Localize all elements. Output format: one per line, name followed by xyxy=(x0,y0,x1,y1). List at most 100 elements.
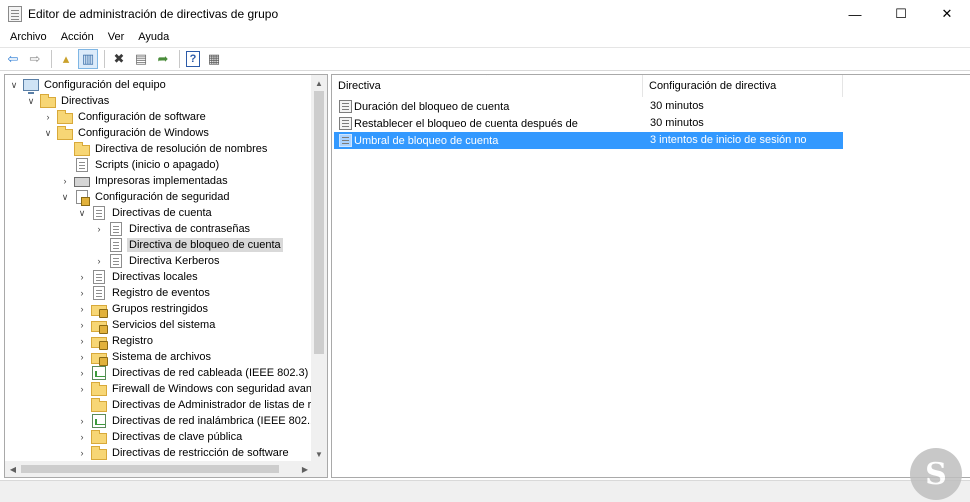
list-item[interactable]: Umbral de bloqueo de cuenta 3 intentos de… xyxy=(334,132,843,163)
tree-node[interactable]: › Configuración de software xyxy=(43,109,208,125)
scroll-down-arrow-icon[interactable]: ▼ xyxy=(311,446,327,462)
minimize-button[interactable]: — xyxy=(832,0,878,28)
tree-node[interactable]: › Directivas de clave pública xyxy=(77,429,244,445)
tree-pane: ∨ Configuración del equipo ∨ Directivas › Con… xyxy=(4,74,328,478)
site-logo-watermark: S xyxy=(910,448,962,500)
chevron-right-icon[interactable]: › xyxy=(77,317,87,333)
policy-name-cell: Restablecer el bloqueo de cuenta después… xyxy=(334,115,643,132)
forward-icon[interactable]: ⇨ xyxy=(25,49,45,69)
chevron-right-icon[interactable]: › xyxy=(43,109,53,125)
tree-node[interactable]: ∨ Directivas xyxy=(26,93,111,109)
menu-archivo[interactable]: Archivo xyxy=(0,28,54,46)
list-item[interactable]: Restablecer el bloqueo de cuenta después… xyxy=(334,115,843,132)
list-item[interactable]: Duración del bloqueo de cuenta 30 minutos xyxy=(334,98,843,115)
tree-node[interactable]: Directivas de Administrador de listas de… xyxy=(77,397,313,413)
tree-node-label: Configuración de seguridad xyxy=(95,191,230,203)
tree-horizontal-scrollbar[interactable]: ◀ ▶ xyxy=(5,461,313,477)
tree-node[interactable]: Scripts (inicio o apagado) xyxy=(60,157,221,173)
show-hide-tree-icon[interactable]: ▥ xyxy=(78,49,98,69)
tree-node[interactable]: › Directivas de red cableada (IEEE 802.3) xyxy=(77,365,310,381)
export-list-icon[interactable]: ➦ xyxy=(153,49,173,69)
chevron-right-icon[interactable]: › xyxy=(77,381,87,397)
status-bar xyxy=(0,480,970,502)
tree-node[interactable]: › Directivas de red inalámbrica (IEEE 802… xyxy=(77,413,313,429)
computer-icon xyxy=(23,79,39,94)
tree-node[interactable]: ∨ Configuración de seguridad xyxy=(60,189,232,206)
toolbar-separator xyxy=(104,50,105,68)
chevron-down-icon[interactable]: ∨ xyxy=(60,189,70,205)
tree-node[interactable]: ∨ Directivas de cuenta xyxy=(77,205,214,221)
tree-node[interactable]: › Servicios del sistema xyxy=(77,317,217,334)
tree-node[interactable]: › Grupos restringidos xyxy=(77,301,210,318)
chevron-right-icon[interactable]: › xyxy=(77,429,87,445)
chevron-down-icon[interactable]: ∨ xyxy=(77,205,87,221)
tree-node-label: Grupos restringidos xyxy=(112,303,208,315)
tree-node[interactable]: › Directivas locales xyxy=(77,269,200,285)
chevron-right-icon[interactable]: › xyxy=(77,445,87,461)
tree-node-label: Directiva de contraseñas xyxy=(129,223,251,235)
tree-node-label: Registro de eventos xyxy=(112,287,210,299)
scroll-up-arrow-icon[interactable]: ▲ xyxy=(311,75,327,91)
chevron-right-icon[interactable]: › xyxy=(94,253,104,269)
sort-ascending-icon: ⌃ xyxy=(484,74,491,81)
help-icon[interactable]: ? xyxy=(186,51,200,67)
horizontal-scroll-thumb[interactable] xyxy=(21,465,279,473)
policy-document-icon xyxy=(93,270,105,284)
toolbar-separator xyxy=(179,50,180,68)
policy-name: Duración del bloqueo de cuenta xyxy=(354,100,510,113)
back-icon[interactable]: ⇦ xyxy=(3,49,23,69)
column-header-directiva[interactable]: Directiva ⌃ xyxy=(332,75,643,97)
column-label: Configuración de directiva xyxy=(649,80,777,92)
tree-node[interactable]: Directiva de bloqueo de cuenta xyxy=(94,237,283,253)
maximize-button[interactable]: ☐ xyxy=(878,0,924,28)
secured-folder-icon xyxy=(91,336,108,350)
scroll-left-arrow-icon[interactable]: ◀ xyxy=(5,461,21,477)
vertical-scroll-thumb[interactable] xyxy=(314,91,324,354)
secured-folder-icon xyxy=(91,304,108,318)
chevron-right-icon[interactable]: › xyxy=(77,285,87,301)
tree-node[interactable]: Directiva de resolución de nombres xyxy=(60,141,269,157)
properties-icon[interactable]: ▤ xyxy=(131,49,151,69)
close-button[interactable]: ✕ xyxy=(924,0,970,28)
tree-node[interactable]: › Directivas de restricción de software xyxy=(77,445,291,461)
menu-accion[interactable]: Acción xyxy=(54,28,101,46)
tree-node-label: Configuración de Windows xyxy=(78,127,209,139)
chevron-right-icon[interactable]: › xyxy=(77,413,87,429)
chevron-right-icon[interactable]: › xyxy=(77,269,87,285)
chevron-right-icon[interactable]: › xyxy=(77,333,87,349)
menu-ver[interactable]: Ver xyxy=(101,28,132,46)
chevron-right-icon[interactable]: › xyxy=(77,349,87,365)
window-controls: — ☐ ✕ xyxy=(832,0,970,28)
network-policy-icon xyxy=(92,366,106,380)
chevron-right-icon[interactable]: › xyxy=(77,365,87,381)
tree-vertical-scrollbar[interactable]: ▲ ▼ xyxy=(311,75,327,462)
chevron-right-icon[interactable]: › xyxy=(94,221,104,237)
console-tree: ∨ Configuración del equipo ∨ Directivas › Con… xyxy=(5,75,313,462)
tree-node[interactable]: › Directiva Kerberos xyxy=(94,253,221,269)
up-folder-icon[interactable]: ▴ xyxy=(56,49,76,69)
menu-ayuda[interactable]: Ayuda xyxy=(131,28,176,46)
column-header-configuracion[interactable]: Configuración de directiva xyxy=(643,75,843,97)
tree-node-label: Scripts (inicio o apagado) xyxy=(95,159,220,171)
console-icon[interactable]: ▦ xyxy=(204,49,224,69)
chevron-right-icon[interactable]: › xyxy=(60,173,70,189)
tree-node-label: Configuración de software xyxy=(78,111,206,123)
tree-node[interactable]: › Directiva de contraseñas xyxy=(94,221,252,237)
tree-node[interactable]: › Registro de eventos xyxy=(77,285,212,301)
tree-node[interactable]: › Firewall de Windows con seguridad avanz… xyxy=(77,381,313,397)
printer-icon xyxy=(74,177,90,187)
delete-icon[interactable]: ✖ xyxy=(109,49,129,69)
chevron-down-icon[interactable]: ∨ xyxy=(43,125,53,141)
menu-bar: Archivo Acción Ver Ayuda xyxy=(0,28,970,46)
chevron-down-icon[interactable]: ∨ xyxy=(26,93,36,109)
tree-node[interactable]: › Registro xyxy=(77,333,155,350)
chevron-right-icon[interactable]: › xyxy=(77,301,87,317)
tree-node[interactable]: ∨ Configuración del equipo xyxy=(9,77,168,94)
chevron-down-icon[interactable]: ∨ xyxy=(9,77,19,93)
tree-node[interactable]: › Sistema de archivos xyxy=(77,349,213,366)
tree-node-label: Directivas de restricción de software xyxy=(112,447,289,459)
tree-node[interactable]: › Impresoras implementadas xyxy=(60,173,230,189)
tree-node[interactable]: ∨ Configuración de Windows xyxy=(43,125,211,141)
tree-node-label: Sistema de archivos xyxy=(112,351,212,363)
